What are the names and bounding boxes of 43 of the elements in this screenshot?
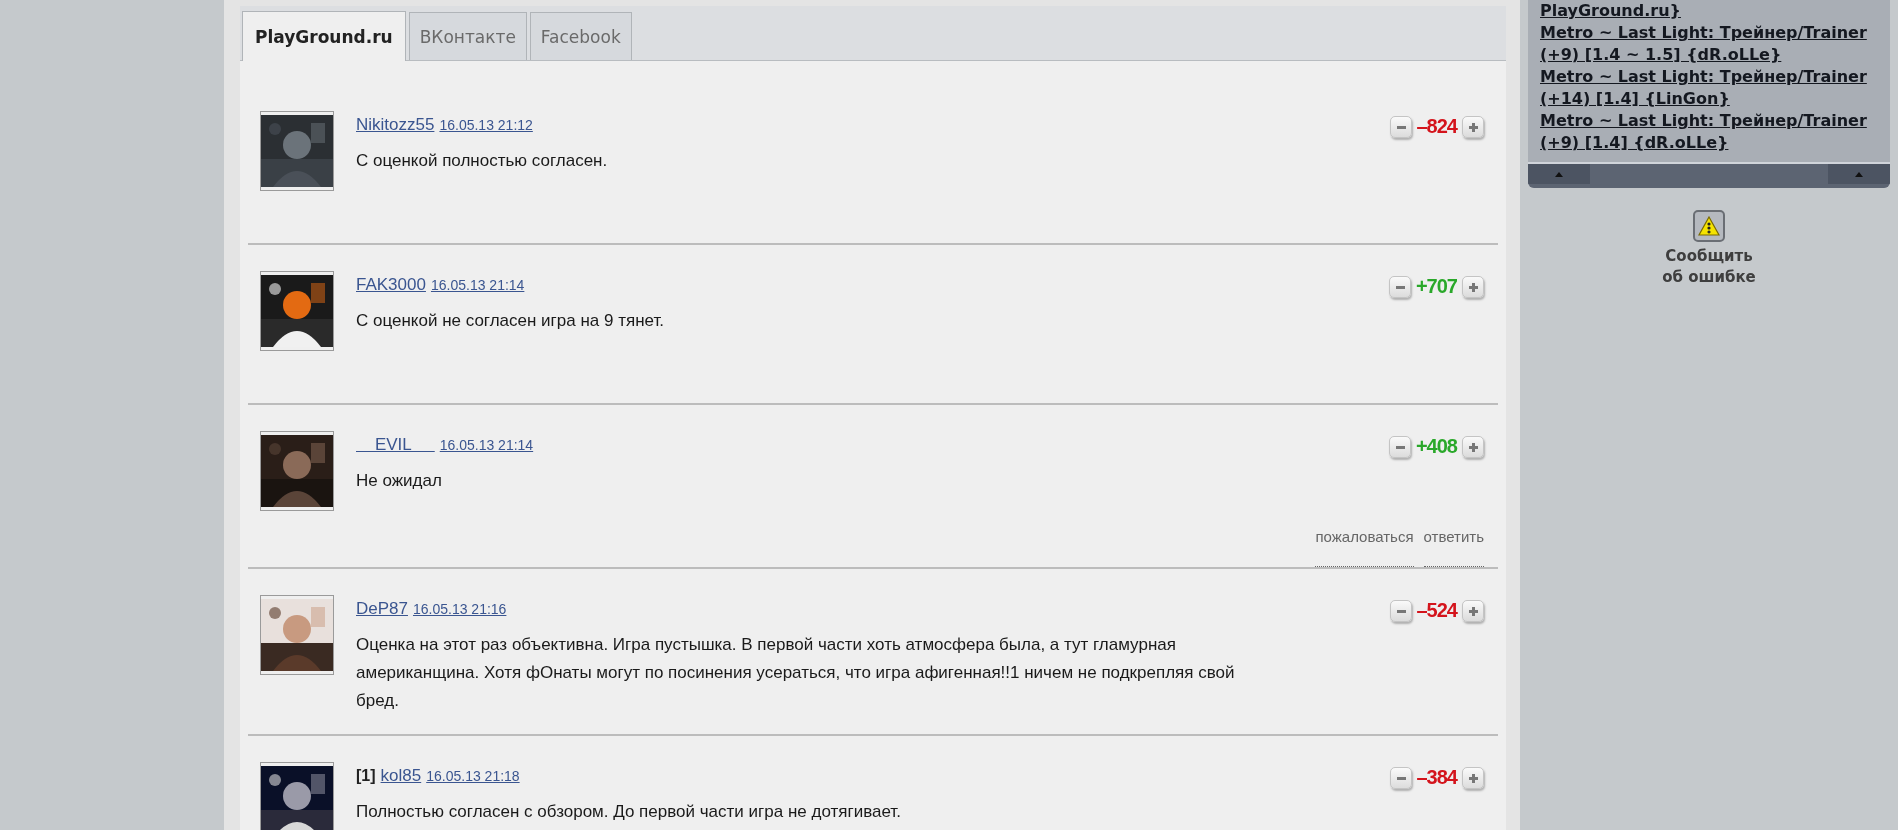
- sidebar-link[interactable]: Metro ~ Last Light: Трейнер/Trainer (+14) [1.4] {LinGon}: [1540, 66, 1882, 110]
- author-link[interactable]: Nikitozz55: [356, 115, 435, 135]
- comment-text: С оценкой полностью согласен.: [356, 150, 609, 172]
- date-link[interactable]: 16.05.13 21:14: [439, 437, 534, 453]
- vote-down-button[interactable]: [1389, 766, 1412, 789]
- report-error-button[interactable]: [1693, 210, 1725, 242]
- score: –384: [1416, 766, 1457, 789]
- sidebar-link[interactable]: PlayGround.ru}: [1540, 0, 1882, 22]
- score: +408: [1415, 435, 1457, 458]
- vote-up-button[interactable]: [1462, 275, 1484, 298]
- action-link[interactable]: ответить: [1423, 528, 1484, 567]
- vote-up-button[interactable]: [1462, 435, 1484, 458]
- vote-down-button[interactable]: [1388, 435, 1411, 458]
- date-link[interactable]: 16.05.13 21:12: [439, 117, 533, 133]
- vote-up-button[interactable]: [1462, 115, 1484, 138]
- vote-down-button[interactable]: [1388, 275, 1411, 298]
- date-link[interactable]: 16.05.13 21:14: [430, 277, 525, 293]
- date-link[interactable]: 16.05.13 21:18: [426, 768, 520, 784]
- tab[interactable]: PlayGround.ru: [242, 11, 406, 61]
- score: –824: [1416, 115, 1457, 138]
- comment-text: Не ожидал: [356, 470, 443, 492]
- vote-down-button[interactable]: [1389, 599, 1412, 622]
- comment-text: С оценкой не согласен игра на 9 тянет.: [356, 310, 666, 332]
- author-link[interactable]: DeP87: [356, 599, 408, 619]
- comment-text: Полностью согласен с обзором. До первой части игра не дотягивает.: [356, 801, 902, 823]
- vote-down-button[interactable]: [1389, 115, 1412, 138]
- score: –524: [1416, 599, 1457, 622]
- warning-icon: [1698, 216, 1720, 236]
- author-link[interactable]: EVIL: [356, 435, 435, 455]
- sidebar-link[interactable]: Metro ~ Last Light: Трейнер/Trainer (+9) [1.4 ~ 1.5] {dR.oLLe}: [1540, 22, 1882, 66]
- vote-up-button[interactable]: [1462, 599, 1484, 622]
- tab[interactable]: ВКонтакте: [408, 12, 527, 60]
- sidebar-link[interactable]: Metro ~ Last Light: Трейнер/Trainer (+9) [1.4] {dR.oLLe}: [1540, 110, 1882, 154]
- reply-count: [1]: [356, 767, 376, 785]
- score: +707: [1415, 275, 1457, 298]
- date-link[interactable]: 16.05.13 21:16: [413, 601, 507, 617]
- author-link[interactable]: FAK3000: [356, 275, 426, 295]
- action-link[interactable]: пожаловаться: [1315, 528, 1414, 567]
- comment-text: Оценка на этот раз объективна. Игра пустышка. В первой части хоть атмосфера была, а тут гламурная американщина. Хотя фОнаты могут по посинения усераться, что игра афигенная!!1 ничем не подкрепляя свой бред.: [356, 634, 1236, 712]
- tab[interactable]: Facebook: [529, 12, 632, 60]
- author-link[interactable]: kol85: [380, 766, 422, 786]
- report-error-link[interactable]: Сообщить об ошибке: [1654, 246, 1764, 288]
- vote-up-button[interactable]: [1462, 766, 1484, 789]
